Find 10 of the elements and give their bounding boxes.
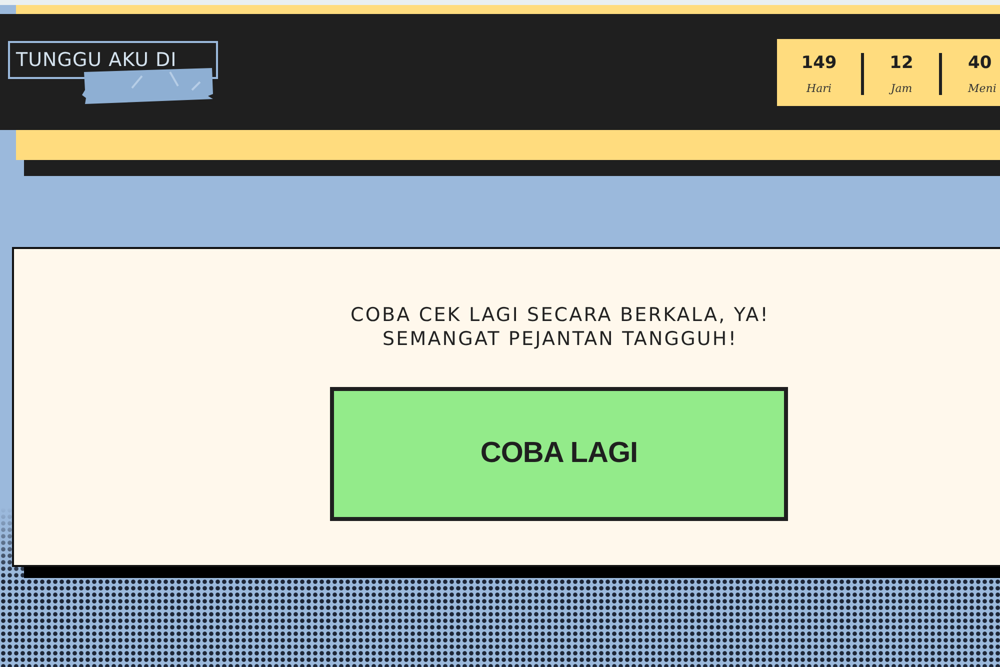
countdown-unit: Hari [806, 80, 832, 96]
tape-icon [82, 68, 214, 104]
countdown-value: 12 [890, 52, 914, 72]
countdown-unit: Jam [890, 80, 912, 96]
countdown-value: 40 [968, 52, 992, 72]
countdown-unit: Meni [968, 80, 996, 96]
message-line: SEMANGAT PEJANTAN TANGGUH! [382, 328, 738, 350]
message-line: COBA CEK LAGI SECARA BERKALA, YA! [350, 304, 770, 326]
countdown-value: 149 [801, 52, 837, 72]
retry-button[interactable]: COBA LAGI [330, 387, 788, 521]
